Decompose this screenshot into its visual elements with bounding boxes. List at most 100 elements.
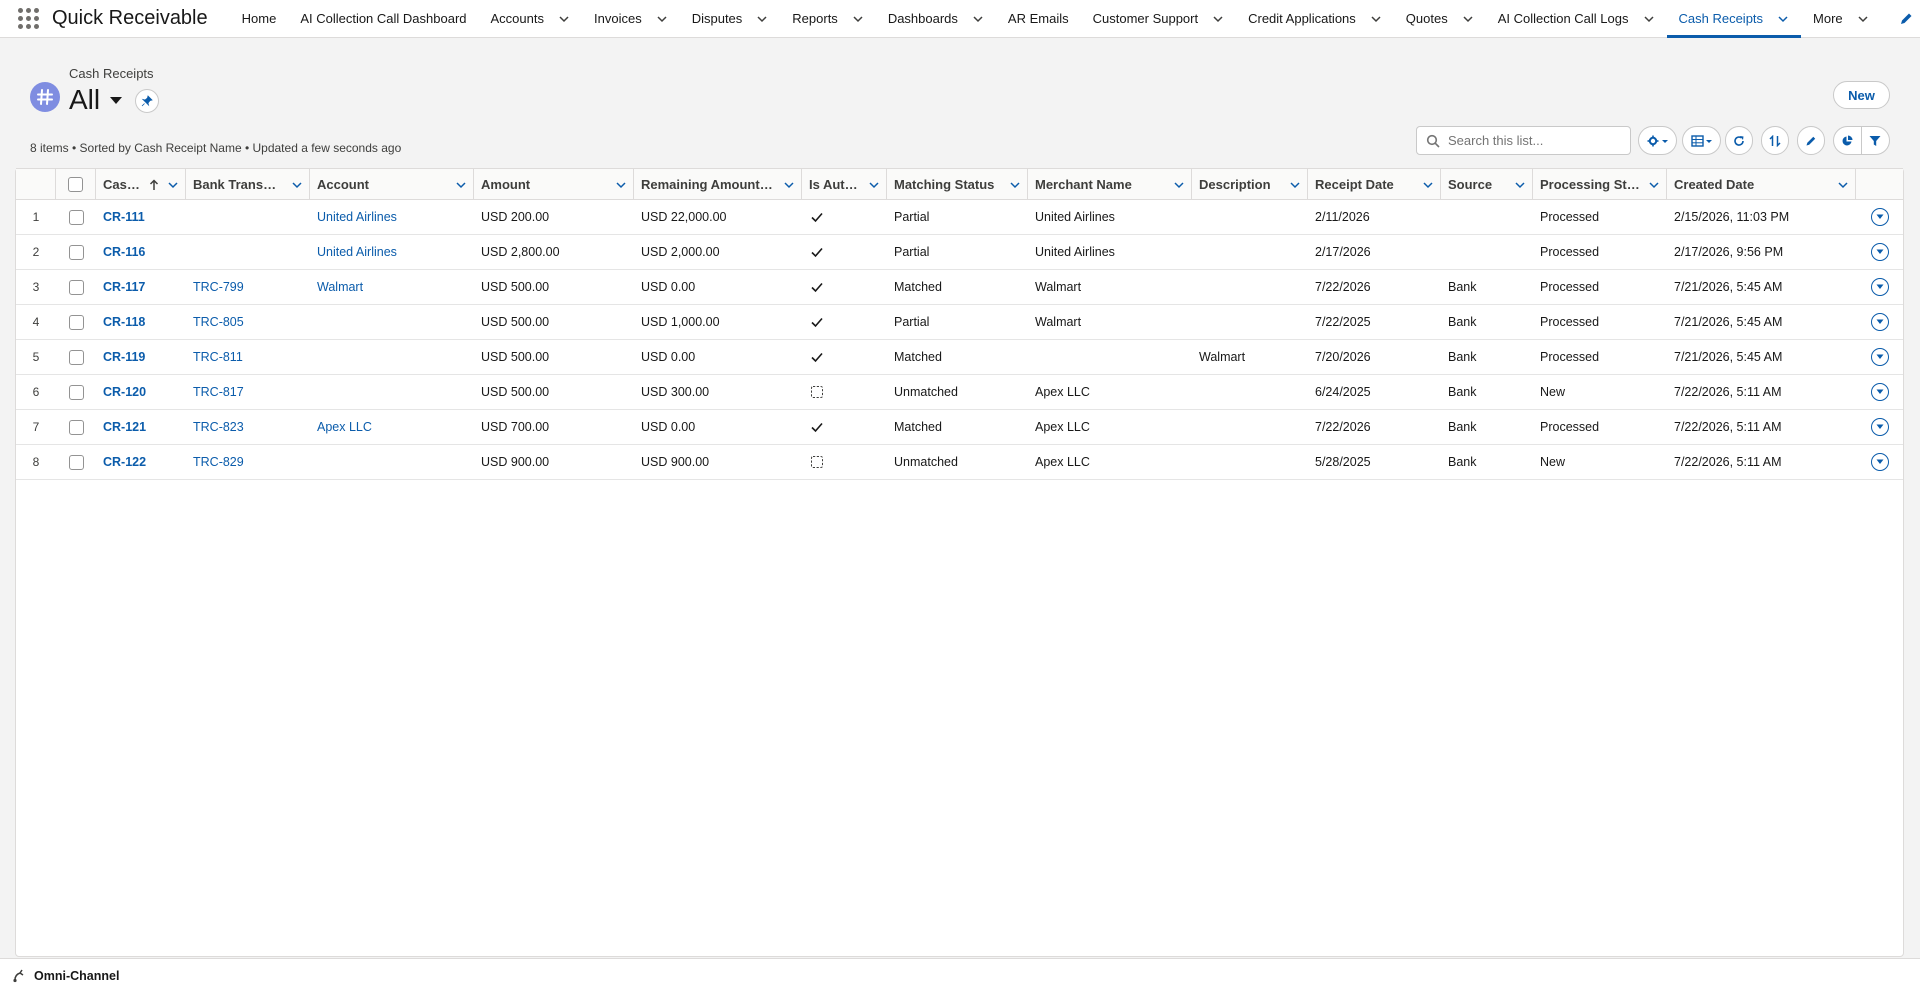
row-actions-button[interactable]: [1870, 208, 1889, 226]
bank-txn-link[interactable]: TRC-799: [193, 280, 244, 294]
chevron-down-icon[interactable]: [1370, 13, 1382, 25]
column-header-bank-txn[interactable]: Bank Transacti...: [186, 169, 310, 200]
row-actions-button[interactable]: [1870, 313, 1889, 331]
column-header-is-auto[interactable]: Is Auto...: [802, 169, 887, 200]
row-actions-button[interactable]: [1870, 418, 1889, 436]
nav-item-cash-receipts[interactable]: Cash Receipts: [1666, 0, 1802, 38]
nav-item-dashboards[interactable]: Dashboards: [876, 0, 996, 38]
name-link[interactable]: CR-118: [103, 315, 145, 329]
row-actions-button[interactable]: [1870, 243, 1889, 261]
chevron-down-icon[interactable]: [972, 13, 984, 25]
nav-item-disputes[interactable]: Disputes: [680, 0, 781, 38]
bank-txn-link[interactable]: TRC-811: [193, 350, 243, 364]
row-checkbox[interactable]: [68, 384, 84, 400]
list-view-picker[interactable]: All: [69, 84, 123, 116]
name-link[interactable]: CR-119: [103, 350, 145, 364]
nav-item-ar-emails[interactable]: AR Emails: [996, 0, 1081, 38]
row-actions-button[interactable]: [1870, 348, 1889, 366]
chevron-down-icon[interactable]: [756, 13, 768, 25]
row-actions-button[interactable]: [1870, 278, 1889, 296]
row-checkbox[interactable]: [68, 314, 84, 330]
column-menu-chevron-icon[interactable]: [1422, 179, 1434, 191]
list-settings-button[interactable]: [1638, 126, 1677, 155]
nav-item-customer-support[interactable]: Customer Support: [1081, 0, 1237, 38]
charts-button[interactable]: [1834, 127, 1862, 154]
nav-item-invoices[interactable]: Invoices: [582, 0, 680, 38]
chevron-down-icon[interactable]: [1212, 13, 1224, 25]
row-checkbox[interactable]: [68, 454, 84, 470]
column-menu-chevron-icon[interactable]: [1648, 179, 1660, 191]
pin-list-button[interactable]: [135, 89, 159, 113]
column-header-merchant[interactable]: Merchant Name: [1028, 169, 1192, 200]
column-header-account[interactable]: Account: [310, 169, 474, 200]
name-link[interactable]: CR-121: [103, 420, 146, 434]
row-checkbox[interactable]: [68, 279, 84, 295]
account-link[interactable]: United Airlines: [317, 245, 397, 259]
name-link[interactable]: CR-116: [103, 245, 145, 259]
column-menu-chevron-icon[interactable]: [455, 179, 467, 191]
column-menu-chevron-icon[interactable]: [167, 179, 179, 191]
account-link[interactable]: Walmart: [317, 280, 363, 294]
app-launcher-icon[interactable]: [18, 7, 40, 30]
column-header-amount[interactable]: Amount: [474, 169, 634, 200]
row-checkbox[interactable]: [68, 349, 84, 365]
inline-edit-button[interactable]: [1797, 126, 1825, 155]
column-menu-chevron-icon[interactable]: [291, 179, 303, 191]
column-header-processing[interactable]: Processing Stat...: [1533, 169, 1667, 200]
nav-item-accounts[interactable]: Accounts: [479, 0, 582, 38]
column-menu-chevron-icon[interactable]: [615, 179, 627, 191]
column-header-matching[interactable]: Matching Status: [887, 169, 1028, 200]
chevron-down-icon[interactable]: [1643, 13, 1655, 25]
account-link[interactable]: United Airlines: [317, 210, 397, 224]
row-checkbox[interactable]: [68, 244, 84, 260]
refresh-button[interactable]: [1725, 126, 1753, 155]
bank-txn-link[interactable]: TRC-829: [193, 455, 244, 469]
bank-txn-link[interactable]: TRC-817: [193, 385, 244, 399]
row-actions-button[interactable]: [1870, 383, 1889, 401]
column-header-created[interactable]: Created Date: [1667, 169, 1856, 200]
chevron-down-icon[interactable]: [1857, 13, 1869, 25]
column-header-description[interactable]: Description: [1192, 169, 1308, 200]
name-link[interactable]: CR-117: [103, 280, 145, 294]
filter-button[interactable]: [1862, 127, 1889, 154]
omni-channel-label[interactable]: Omni-Channel: [34, 969, 119, 983]
select-all-checkbox[interactable]: [68, 177, 83, 192]
row-actions-button[interactable]: [1870, 453, 1889, 471]
nav-item-reports[interactable]: Reports: [780, 0, 876, 38]
column-menu-chevron-icon[interactable]: [1009, 179, 1021, 191]
column-header-remaining[interactable]: Remaining Amount T...: [634, 169, 802, 200]
search-list-box[interactable]: [1416, 126, 1631, 155]
nav-item-quotes[interactable]: Quotes: [1394, 0, 1486, 38]
chevron-down-icon[interactable]: [1777, 13, 1789, 25]
column-header-source[interactable]: Source: [1441, 169, 1533, 200]
column-menu-chevron-icon[interactable]: [868, 179, 880, 191]
nav-item-ai-collection-call-dashboard[interactable]: AI Collection Call Dashboard: [288, 0, 478, 38]
chevron-down-icon[interactable]: [558, 13, 570, 25]
nav-item-credit-applications[interactable]: Credit Applications: [1236, 0, 1394, 38]
column-menu-chevron-icon[interactable]: [1514, 179, 1526, 191]
name-link[interactable]: CR-122: [103, 455, 146, 469]
edit-nav-icon[interactable]: [1898, 11, 1914, 27]
chevron-down-icon[interactable]: [852, 13, 864, 25]
nav-item-ai-collection-call-logs[interactable]: AI Collection Call Logs: [1486, 0, 1667, 38]
sort-button[interactable]: [1761, 126, 1789, 155]
display-as-table-button[interactable]: [1682, 126, 1721, 155]
bank-txn-link[interactable]: TRC-823: [193, 420, 244, 434]
name-link[interactable]: CR-111: [103, 210, 145, 224]
search-input[interactable]: [1448, 133, 1628, 148]
column-menu-chevron-icon[interactable]: [1837, 179, 1849, 191]
nav-item-home[interactable]: Home: [230, 0, 289, 38]
nav-item-more[interactable]: More: [1801, 0, 1881, 38]
row-checkbox[interactable]: [68, 419, 84, 435]
account-link[interactable]: Apex LLC: [317, 420, 372, 434]
new-button[interactable]: New: [1833, 81, 1890, 109]
chevron-down-icon[interactable]: [656, 13, 668, 25]
chevron-down-icon[interactable]: [1462, 13, 1474, 25]
column-menu-chevron-icon[interactable]: [1289, 179, 1301, 191]
name-link[interactable]: CR-120: [103, 385, 146, 399]
bank-txn-link[interactable]: TRC-805: [193, 315, 244, 329]
column-header-receipt-date[interactable]: Receipt Date: [1308, 169, 1441, 200]
column-header-name[interactable]: Cash ...: [96, 169, 186, 200]
column-menu-chevron-icon[interactable]: [783, 179, 795, 191]
row-checkbox[interactable]: [68, 209, 84, 225]
